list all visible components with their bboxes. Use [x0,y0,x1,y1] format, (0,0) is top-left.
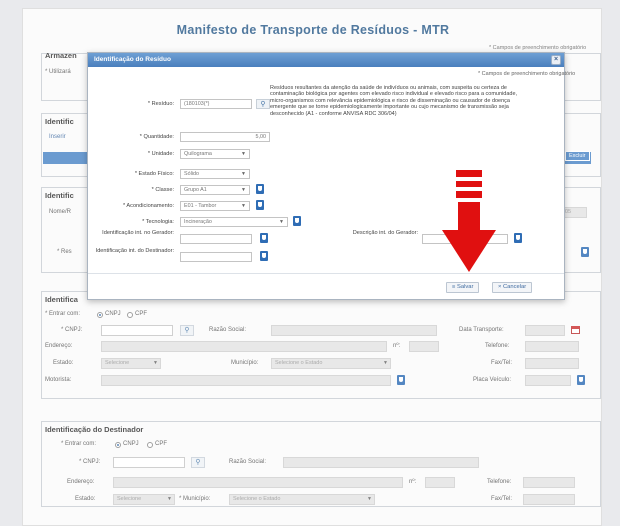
residuo-label: * Resíduo: [147,101,174,107]
estado-fisico-label: * Estado Físico: [134,171,174,177]
info-icon[interactable] [293,216,301,226]
info-icon[interactable] [514,233,522,243]
search-icon[interactable]: ⚲ [256,99,270,109]
estado-fisico-select[interactable]: Sólido ▼ [180,169,250,179]
id-int-gerador-input[interactable] [180,234,252,244]
quantidade-label: * Quantidade: [139,134,174,140]
desc-int-gerador-label: Descrição int. do Gerador: [352,230,418,236]
info-icon[interactable] [260,251,268,261]
info-icon[interactable] [256,184,264,194]
residuo-input[interactable]: (180103(*) [180,99,252,109]
acondicionamento-select[interactable]: E01 - Tambor ▼ [180,201,250,211]
cancelar-button[interactable]: × Cancelar [492,282,533,293]
close-icon[interactable]: × [551,55,561,65]
unidade-label: * Unidade: [147,151,174,157]
info-icon[interactable] [256,200,264,210]
classe-label: * Classe: [151,187,174,193]
tecnologia-select[interactable]: Incineração ▼ [180,217,288,227]
residuo-description: Resíduos resultantes da atenção da saúde… [270,85,518,117]
id-int-destinador-input[interactable] [180,252,252,262]
tecnologia-label: * Tecnologia: [142,219,174,225]
dialog-required-note: * Campos de preenchimento obrigatório [478,71,576,77]
acondicionamento-label: * Acondicionamento: [123,203,174,209]
id-int-gerador-label: Identificação int. no Gerador: [102,230,174,236]
unidade-select[interactable]: Quilograma ▼ [180,149,250,159]
id-int-destinador-label: Identificação int. do Destinador: [95,248,174,254]
dialog-titlebar: Identificação do Resíduo × [88,53,564,67]
dialog-title: Identificação do Resíduo [94,56,171,63]
annotation-arrow-icon [442,170,496,272]
info-icon[interactable] [260,233,268,243]
quantidade-input[interactable]: 5,00 [180,132,270,142]
salvar-button[interactable]: ≡ Salvar [446,282,480,293]
classe-select[interactable]: Grupo A1 ▼ [180,185,250,195]
